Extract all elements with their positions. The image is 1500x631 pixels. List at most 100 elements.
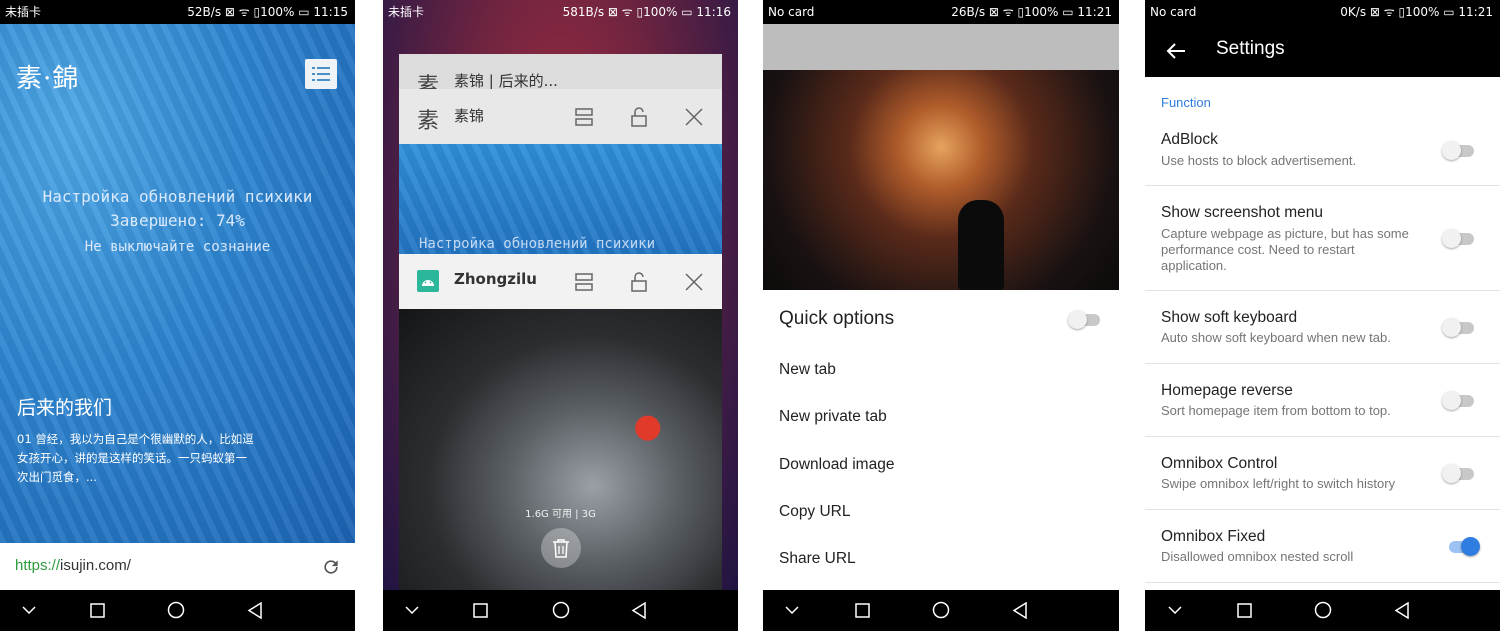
menu-item-copy-url[interactable]: Copy URL [779, 503, 851, 521]
setting-row-homepage-reverse[interactable]: Homepage reverse Sort homepage item from… [1145, 364, 1500, 437]
quick-options-sheet: Quick options New tab New private tab Do… [763, 290, 1119, 590]
refresh-icon[interactable] [321, 557, 341, 577]
nav-back-button[interactable] [245, 600, 265, 620]
nav-back-button[interactable] [1010, 600, 1030, 620]
clear-all-button[interactable] [541, 528, 581, 568]
url-host: isujin.com/ [60, 557, 131, 574]
close-icon[interactable] [683, 271, 705, 293]
system-nav-bar [1145, 590, 1500, 631]
menu-button[interactable] [305, 59, 337, 89]
nav-home-button[interactable] [551, 600, 571, 620]
setting-summary: Disallowed omnibox nested scroll [1161, 549, 1354, 564]
chevron-down-icon [1168, 606, 1182, 614]
nav-recents-button[interactable] [470, 600, 490, 620]
menu-item-new-tab[interactable]: New tab [779, 361, 836, 379]
split-screen-icon[interactable] [573, 106, 595, 128]
system-nav-bar [0, 590, 355, 631]
menu-item-share-url[interactable]: Share URL [779, 550, 856, 568]
circle-icon [552, 601, 570, 619]
screen-browser-home: 未插卡 52B/s ⊠ ᯤ ▯100% ▭ 11:15 素·錦 Настройк… [0, 0, 355, 631]
settings-list: Function AdBlock Use hosts to block adve… [1145, 77, 1500, 590]
nav-collapse-button[interactable] [1165, 600, 1185, 620]
recent-card[interactable]: 素 素锦 | 后来的... [399, 54, 722, 90]
lock-icon[interactable] [628, 271, 650, 293]
setting-title: Show screenshot menu [1161, 204, 1323, 221]
nav-home-button[interactable] [1313, 600, 1333, 620]
nav-collapse-button[interactable] [782, 600, 802, 620]
system-nav-bar [383, 590, 738, 631]
triangle-back-icon [1012, 601, 1027, 619]
nav-collapse-button[interactable] [402, 600, 422, 620]
square-icon [89, 602, 105, 618]
nav-back-button[interactable] [1392, 600, 1412, 620]
triangle-back-icon [631, 601, 646, 619]
nav-recents-button[interactable] [87, 600, 107, 620]
web-image[interactable] [763, 70, 1119, 290]
carrier-text: 未插卡 [388, 5, 425, 19]
split-screen-icon[interactable] [573, 271, 595, 293]
recent-card-preview: Настройка обновлений психики [399, 144, 722, 254]
figure-silhouette [958, 200, 1004, 290]
recent-card-header: 素 素锦 | 后来的... [399, 54, 722, 90]
screen-recent-apps: 未插卡 581B/s ⊠ ᯤ ▯100% ▭ 11:16 素 素锦 | 后来的.… [383, 0, 738, 631]
recent-card-header: Zhongzilu [399, 254, 722, 309]
url-protocol: https:// [15, 557, 61, 574]
menu-item-download-image[interactable]: Download image [779, 456, 894, 474]
setting-title: Omnibox Control [1161, 455, 1278, 472]
site-logo[interactable]: 素·錦 [16, 58, 79, 95]
setting-row-omnibox-control[interactable]: Omnibox Control Swipe omnibox left/right… [1145, 437, 1500, 510]
android-icon [417, 270, 439, 292]
trash-icon [553, 539, 569, 558]
nav-back-button[interactable] [629, 600, 649, 620]
triangle-back-icon [247, 601, 262, 619]
nav-home-button[interactable] [166, 600, 186, 620]
nav-collapse-button[interactable] [19, 600, 39, 620]
recent-card-title: Zhongzilu [454, 270, 537, 288]
quick-options-toggle[interactable] [1068, 310, 1102, 329]
setting-title: AdBlock [1161, 131, 1218, 148]
setting-summary: Auto show soft keyboard when new tab. [1161, 330, 1391, 345]
handwriting-line: Настройка обновлений психики [42, 187, 313, 206]
url-text[interactable]: https://isujin.com/ [15, 557, 131, 574]
setting-title: Show soft keyboard [1161, 309, 1298, 326]
lock-icon[interactable] [628, 106, 650, 128]
omnibox[interactable]: https://isujin.com/ [0, 543, 355, 590]
setting-switch[interactable] [1442, 318, 1476, 337]
preview-text: Настройка обновлений психики [419, 236, 656, 252]
recent-card-title: 素锦 | 后来的... [454, 72, 558, 90]
close-icon[interactable] [683, 106, 705, 128]
arrow-back-icon[interactable] [1165, 40, 1187, 62]
screen-quick-options: No card 26B/s ⊠ ᯤ ▯100% ▭ 11:21 Quick op… [763, 0, 1119, 631]
screen-settings: No card 0K/s ⊠ ᯤ ▯100% ▭ 11:21 Settings … [1145, 0, 1500, 631]
setting-switch[interactable] [1442, 141, 1476, 160]
circle-icon [1314, 601, 1332, 619]
setting-switch[interactable] [1442, 464, 1476, 483]
status-bar: No card 0K/s ⊠ ᯤ ▯100% ▭ 11:21 [1145, 0, 1500, 24]
recent-card[interactable]: Zhongzilu [399, 254, 722, 631]
status-icons: 52B/s ⊠ ᯤ ▯100% ▭ 11:15 [187, 5, 348, 19]
menu-item-new-private-tab[interactable]: New private tab [779, 408, 887, 426]
status-bar: 未插卡 52B/s ⊠ ᯤ ▯100% ▭ 11:15 [0, 0, 355, 24]
memory-info: 1.6G 可用 | 3G [525, 509, 596, 520]
recent-card[interactable]: 素 素锦 Настройка обновлений психики [399, 89, 722, 254]
chevron-down-icon [405, 606, 419, 614]
setting-row-omnibox-fixed[interactable]: Omnibox Fixed Disallowed omnibox nested … [1145, 510, 1500, 583]
setting-switch[interactable] [1442, 391, 1476, 410]
setting-row-screenshot-menu[interactable]: Show screenshot menu Capture webpage as … [1145, 186, 1500, 291]
setting-row-adblock[interactable]: AdBlock Use hosts to block advertisement… [1145, 119, 1500, 186]
post-title[interactable]: 后来的我们 [17, 393, 112, 420]
carrier-text: No card [768, 5, 815, 19]
system-nav-bar [763, 590, 1119, 631]
setting-switch[interactable] [1442, 229, 1476, 248]
setting-row-soft-keyboard[interactable]: Show soft keyboard Auto show soft keyboa… [1145, 291, 1500, 364]
setting-switch[interactable] [1445, 537, 1480, 556]
app-icon: 素 [417, 74, 440, 90]
nav-recents-button[interactable] [1234, 600, 1254, 620]
chevron-down-icon [22, 606, 36, 614]
chevron-down-icon [785, 606, 799, 614]
nav-recents-button[interactable] [852, 600, 872, 620]
nav-home-button[interactable] [931, 600, 951, 620]
setting-title: Omnibox Fixed [1161, 528, 1266, 545]
status-icons: 0K/s ⊠ ᯤ ▯100% ▭ 11:21 [1340, 5, 1493, 19]
setting-summary: Swipe omnibox left/right to switch histo… [1161, 476, 1396, 491]
